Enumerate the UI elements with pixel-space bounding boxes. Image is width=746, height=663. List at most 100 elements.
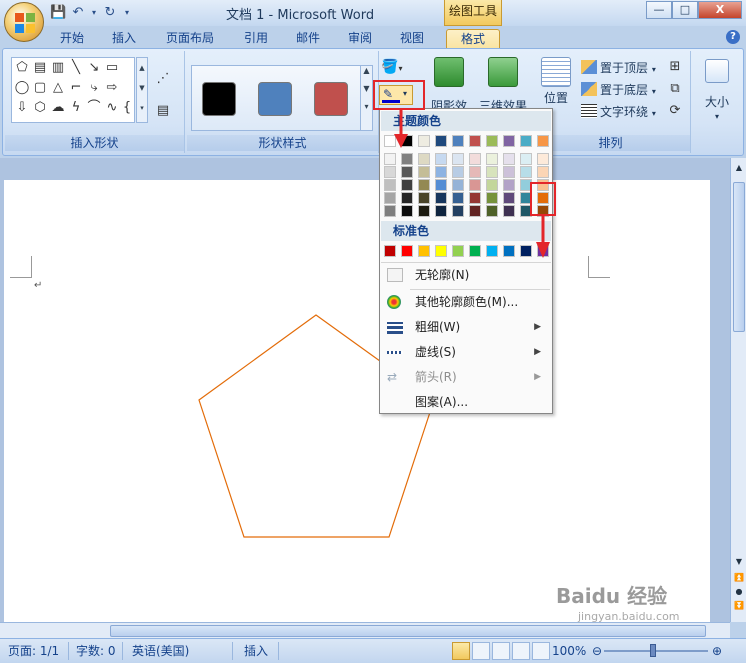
tab-insert[interactable]: 插入 <box>104 29 144 48</box>
theme-color-shade-swatch[interactable] <box>503 179 515 191</box>
theme-color-shade-swatch[interactable] <box>469 192 481 204</box>
menu-more-outline-colors[interactable]: 其他轮廓颜色(M)... <box>381 290 551 314</box>
text-wrap-button[interactable]: 文字环绕 ▾ <box>581 103 656 121</box>
group-objects-icon[interactable]: ⧉ <box>667 81 683 97</box>
align-icon[interactable]: ⊞ <box>667 59 683 75</box>
scroll-down-icon[interactable]: ▼ <box>733 556 745 568</box>
status-insert-mode[interactable]: 插入 <box>244 643 268 659</box>
theme-color-shade-swatch[interactable] <box>435 192 447 204</box>
theme-color-shade-swatch[interactable] <box>418 166 430 178</box>
theme-color-shade-swatch[interactable] <box>435 153 447 165</box>
style-swatch-blue[interactable] <box>258 82 292 116</box>
minimize-button[interactable]: — <box>646 1 672 19</box>
zoom-level[interactable]: 100% <box>552 643 586 659</box>
theme-color-swatch[interactable] <box>452 135 464 147</box>
theme-color-shade-swatch[interactable] <box>486 205 498 217</box>
theme-color-shade-swatch[interactable] <box>401 153 413 165</box>
theme-color-shade-swatch[interactable] <box>384 153 396 165</box>
browse-object-icon[interactable]: ● <box>733 586 745 598</box>
web-layout-view-icon[interactable] <box>492 642 510 660</box>
print-layout-view-icon[interactable] <box>452 642 470 660</box>
theme-color-shade-swatch[interactable] <box>452 205 464 217</box>
shape-fill-button[interactable]: 🪣▾ <box>381 59 415 77</box>
insert-textbox-icon[interactable]: ▤ <box>155 103 171 119</box>
theme-color-shade-swatch[interactable] <box>520 166 532 178</box>
customize-qat-icon[interactable]: ▾ <box>122 5 132 21</box>
scroll-up-icon[interactable]: ▲ <box>733 162 745 174</box>
size-button[interactable]: 大小 ▾ <box>701 59 733 121</box>
textbox-shape-icon[interactable]: ▤ <box>32 60 48 76</box>
pentagon-shape-icon[interactable]: ⬠ <box>14 60 30 76</box>
theme-color-shade-swatch[interactable] <box>452 192 464 204</box>
style-swatch-red[interactable] <box>314 82 348 116</box>
send-to-back-button[interactable]: 置于底层 ▾ <box>581 81 656 99</box>
shapes-gallery-scroll[interactable]: ▲ ▼ ▾ <box>136 57 148 123</box>
theme-color-swatch[interactable] <box>537 135 549 147</box>
status-page[interactable]: 页面: 1/1 <box>8 643 59 659</box>
theme-color-swatch[interactable] <box>435 135 447 147</box>
styles-gallery-scroll[interactable]: ▲ ▼ ▾ <box>360 66 372 130</box>
edit-points-icon[interactable]: ⋰ <box>155 71 171 87</box>
standard-color-swatch[interactable] <box>452 245 464 257</box>
theme-color-shade-swatch[interactable] <box>469 205 481 217</box>
full-screen-reading-view-icon[interactable] <box>472 642 490 660</box>
next-page-icon[interactable]: ⏬ <box>733 600 745 612</box>
maximize-button[interactable]: □ <box>672 1 698 19</box>
office-button[interactable] <box>4 2 44 42</box>
theme-color-shade-swatch[interactable] <box>401 166 413 178</box>
theme-color-shade-swatch[interactable] <box>401 205 413 217</box>
tab-view[interactable]: 视图 <box>392 29 432 48</box>
theme-color-shade-swatch[interactable] <box>520 153 532 165</box>
theme-color-shade-swatch[interactable] <box>486 192 498 204</box>
theme-color-shade-swatch[interactable] <box>452 153 464 165</box>
theme-color-shade-swatch[interactable] <box>503 166 515 178</box>
close-button[interactable]: X <box>698 1 742 19</box>
theme-color-swatch[interactable] <box>520 135 532 147</box>
theme-color-shade-swatch[interactable] <box>503 192 515 204</box>
cloud-shape-icon[interactable]: ☁ <box>50 100 66 116</box>
theme-color-shade-swatch[interactable] <box>469 179 481 191</box>
status-word-count[interactable]: 字数: 0 <box>76 643 116 659</box>
shapes-gallery[interactable]: ⬠ ▤ ▥ ╲ ↘ ▭ ◯ ▢ △ ⌐ ⤷ ⇨ ⇩ ⬡ ☁ ϟ ⌒ ∿ { <box>11 57 135 123</box>
3d-effects-button[interactable]: 三维效果 <box>479 57 527 113</box>
oval-shape-icon[interactable]: ◯ <box>14 80 30 96</box>
undo-dropdown-icon[interactable]: ▾ <box>90 5 98 21</box>
elbow-connector-icon[interactable]: ⌐ <box>68 80 84 96</box>
menu-pattern[interactable]: 图案(A)... <box>381 390 551 414</box>
theme-color-shade-swatch[interactable] <box>486 179 498 191</box>
standard-color-swatch[interactable] <box>384 245 396 257</box>
prev-page-icon[interactable]: ⏫ <box>733 572 745 584</box>
right-arrow-shape-icon[interactable]: ⇨ <box>104 80 120 96</box>
standard-color-swatch[interactable] <box>418 245 430 257</box>
theme-color-shade-swatch[interactable] <box>384 179 396 191</box>
theme-color-shade-swatch[interactable] <box>503 153 515 165</box>
lightning-shape-icon[interactable]: ϟ <box>68 100 84 116</box>
theme-color-shade-swatch[interactable] <box>537 166 549 178</box>
triangle-shape-icon[interactable]: △ <box>50 80 66 96</box>
arrow-line-icon[interactable]: ↘ <box>86 60 102 76</box>
theme-color-shade-swatch[interactable] <box>418 192 430 204</box>
theme-color-shade-swatch[interactable] <box>401 192 413 204</box>
bring-to-front-button[interactable]: 置于顶层 ▾ <box>581 59 656 77</box>
tab-mailings[interactable]: 邮件 <box>288 29 328 48</box>
status-language[interactable]: 英语(美国) <box>132 643 189 659</box>
theme-color-shade-swatch[interactable] <box>384 205 396 217</box>
theme-color-shade-swatch[interactable] <box>452 166 464 178</box>
rotate-icon[interactable]: ⟳ <box>667 103 683 119</box>
theme-color-shade-swatch[interactable] <box>384 192 396 204</box>
tab-page-layout[interactable]: 页面布局 <box>158 29 222 48</box>
standard-color-swatch[interactable] <box>401 245 413 257</box>
theme-color-swatch[interactable] <box>486 135 498 147</box>
standard-color-swatch[interactable] <box>486 245 498 257</box>
menu-weight[interactable]: 粗细(W) ▶ <box>381 315 551 339</box>
tab-format[interactable]: 格式 <box>446 29 500 48</box>
vertical-textbox-icon[interactable]: ▥ <box>50 60 66 76</box>
theme-color-swatch[interactable] <box>418 135 430 147</box>
standard-color-swatch[interactable] <box>435 245 447 257</box>
document-page[interactable]: ↵ <box>4 180 710 630</box>
standard-color-swatch[interactable] <box>469 245 481 257</box>
theme-color-shade-swatch[interactable] <box>452 179 464 191</box>
theme-color-shade-swatch[interactable] <box>486 153 498 165</box>
theme-color-shade-swatch[interactable] <box>469 153 481 165</box>
theme-color-shade-swatch[interactable] <box>537 153 549 165</box>
